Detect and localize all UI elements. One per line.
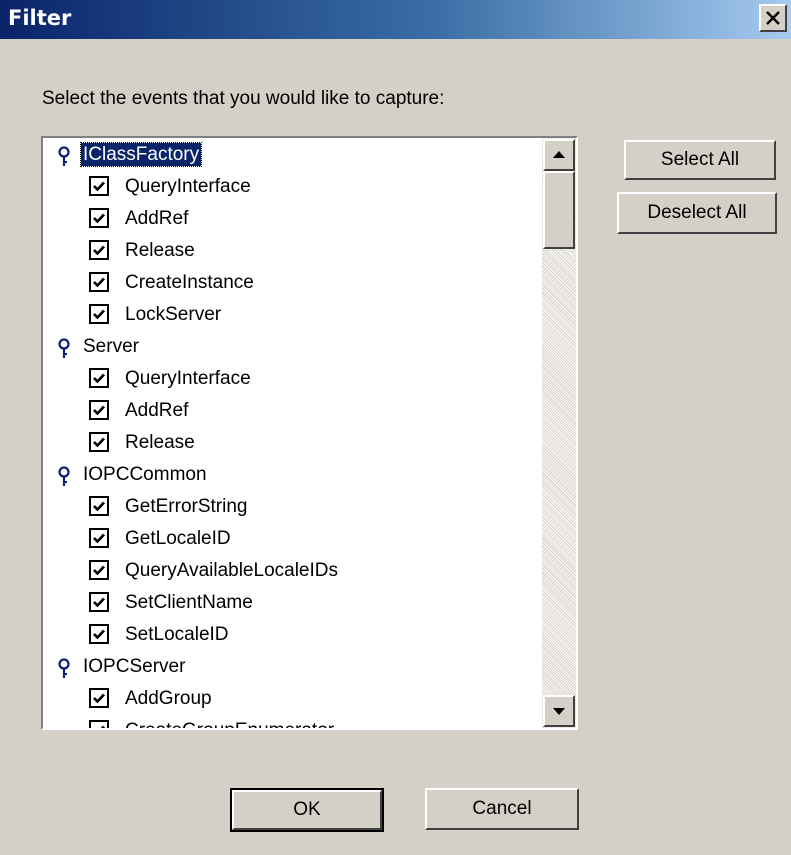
checkmark-icon bbox=[93, 533, 105, 544]
checkmark-icon bbox=[93, 501, 105, 512]
ok-button[interactable]: OK bbox=[230, 788, 384, 832]
event-label: AddGroup bbox=[125, 688, 212, 709]
event-item[interactable]: QueryInterface bbox=[43, 364, 540, 396]
checkmark-icon bbox=[93, 213, 105, 224]
interface-group[interactable]: Server bbox=[43, 332, 540, 364]
checkmark-icon bbox=[93, 309, 105, 320]
key-pin-icon bbox=[57, 466, 71, 488]
event-label: QueryInterface bbox=[125, 368, 251, 389]
event-item[interactable]: Release bbox=[43, 236, 540, 268]
event-item[interactable]: CreateGroupEnumerator bbox=[43, 716, 540, 728]
checkmark-icon bbox=[93, 437, 105, 448]
event-item[interactable]: LockServer bbox=[43, 300, 540, 332]
event-checkbox[interactable] bbox=[89, 240, 109, 260]
event-label: CreateGroupEnumerator bbox=[125, 720, 334, 728]
event-checkbox[interactable] bbox=[89, 176, 109, 196]
event-checkbox[interactable] bbox=[89, 528, 109, 548]
event-checkbox[interactable] bbox=[89, 720, 109, 728]
event-item[interactable]: GetErrorString bbox=[43, 492, 540, 524]
key-pin-icon bbox=[57, 658, 71, 680]
arrow-up-icon bbox=[553, 151, 565, 158]
window-title: Filter bbox=[8, 6, 72, 30]
event-item[interactable]: SetLocaleID bbox=[43, 620, 540, 652]
key-pin-icon bbox=[57, 146, 71, 168]
checkmark-icon bbox=[93, 693, 105, 704]
event-label: AddRef bbox=[125, 208, 189, 229]
event-checkbox[interactable] bbox=[89, 592, 109, 612]
key-pin-icon bbox=[57, 338, 71, 360]
close-icon bbox=[766, 11, 780, 25]
event-item[interactable]: AddRef bbox=[43, 204, 540, 236]
event-label: SetLocaleID bbox=[125, 624, 229, 645]
group-label: IClassFactory bbox=[79, 142, 203, 167]
interface-group[interactable]: IOPCCommon bbox=[43, 460, 540, 492]
event-checkbox[interactable] bbox=[89, 624, 109, 644]
event-checkbox[interactable] bbox=[89, 368, 109, 388]
event-item[interactable]: AddRef bbox=[43, 396, 540, 428]
title-bar[interactable]: Filter bbox=[0, 0, 791, 39]
checkmark-icon bbox=[93, 597, 105, 608]
checkmark-icon bbox=[93, 565, 105, 576]
vertical-scrollbar[interactable] bbox=[542, 138, 576, 728]
event-checkbox[interactable] bbox=[89, 688, 109, 708]
event-checkbox[interactable] bbox=[89, 560, 109, 580]
event-label: QueryAvailableLocaleIDs bbox=[125, 560, 338, 581]
event-label: AddRef bbox=[125, 400, 189, 421]
event-item[interactable]: GetLocaleID bbox=[43, 524, 540, 556]
checkmark-icon bbox=[93, 405, 105, 416]
select-all-button[interactable]: Select All bbox=[624, 140, 776, 180]
event-list-content: IClassFactory QueryInterface AddRef Release… bbox=[43, 138, 540, 728]
event-item[interactable]: AddGroup bbox=[43, 684, 540, 716]
group-label: IOPCCommon bbox=[83, 464, 207, 485]
event-checkbox[interactable] bbox=[89, 304, 109, 324]
event-label: Release bbox=[125, 432, 195, 453]
checkmark-icon bbox=[100, 725, 105, 728]
event-checkbox[interactable] bbox=[89, 208, 109, 228]
event-item[interactable]: QueryAvailableLocaleIDs bbox=[43, 556, 540, 588]
event-item[interactable]: CreateInstance bbox=[43, 268, 540, 300]
event-item[interactable]: SetClientName bbox=[43, 588, 540, 620]
event-checkbox[interactable] bbox=[89, 272, 109, 292]
cancel-button[interactable]: Cancel bbox=[425, 788, 579, 830]
event-label: GetErrorString bbox=[125, 496, 248, 517]
group-label: Server bbox=[83, 336, 139, 357]
event-checkbox[interactable] bbox=[89, 496, 109, 516]
event-list[interactable]: IClassFactory QueryInterface AddRef Release… bbox=[41, 136, 578, 730]
event-label: GetLocaleID bbox=[125, 528, 231, 549]
event-item[interactable]: QueryInterface bbox=[43, 172, 540, 204]
checkmark-icon bbox=[93, 277, 105, 288]
event-item[interactable]: Release bbox=[43, 428, 540, 460]
scroll-up-button[interactable] bbox=[543, 139, 575, 171]
instruction-text: Select the events that you would like to… bbox=[42, 88, 445, 109]
event-checkbox[interactable] bbox=[89, 432, 109, 452]
event-label: Release bbox=[125, 240, 195, 261]
checkmark-icon bbox=[93, 373, 105, 384]
deselect-all-button[interactable]: Deselect All bbox=[617, 192, 777, 234]
event-label: QueryInterface bbox=[125, 176, 251, 197]
close-button[interactable] bbox=[759, 4, 787, 32]
checkmark-icon bbox=[93, 245, 105, 256]
interface-group[interactable]: IClassFactory bbox=[43, 140, 540, 172]
event-label: SetClientName bbox=[125, 592, 253, 613]
group-label: IOPCServer bbox=[83, 656, 186, 677]
event-label: LockServer bbox=[125, 304, 222, 325]
interface-group[interactable]: IOPCServer bbox=[43, 652, 540, 684]
scroll-down-button[interactable] bbox=[543, 695, 575, 727]
checkmark-icon bbox=[93, 629, 105, 640]
scroll-thumb[interactable] bbox=[543, 171, 575, 249]
arrow-down-icon bbox=[553, 708, 565, 715]
event-label: CreateInstance bbox=[125, 272, 254, 293]
event-checkbox[interactable] bbox=[89, 400, 109, 420]
checkmark-icon bbox=[93, 181, 105, 192]
